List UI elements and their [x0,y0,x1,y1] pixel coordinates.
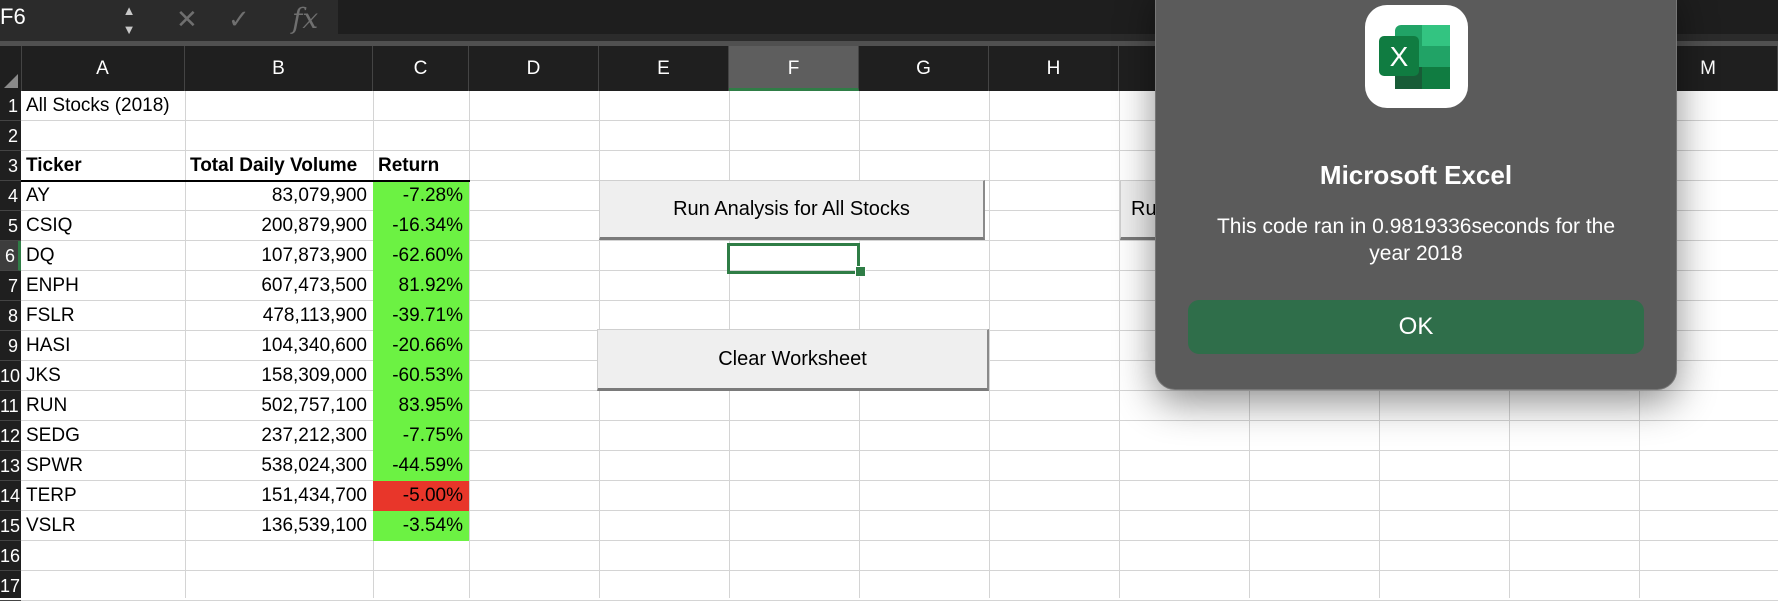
row-header-14[interactable]: 14 [0,481,21,511]
ticker-cell[interactable]: JKS [21,361,185,391]
volume-cell[interactable]: 136,539,100 [185,511,373,541]
ticker-cell[interactable]: FSLR [21,301,185,331]
volume-cell[interactable]: 607,473,500 [185,271,373,301]
grid-vline [989,91,990,598]
chevron-up-icon[interactable]: ▲ [120,3,138,18]
return-cell[interactable]: -7.75% [373,421,469,451]
ticker-cell[interactable]: RUN [21,391,185,421]
ticker-cell[interactable]: AY [21,181,185,211]
grid-hline [21,570,1778,571]
row-header-2[interactable]: 2 [0,121,21,151]
row-header-8[interactable]: 8 [0,301,21,331]
return-cell[interactable]: -3.54% [373,511,469,541]
return-cell[interactable]: 81.92% [373,271,469,301]
header-return[interactable]: Return [373,151,469,181]
header-ticker[interactable]: Ticker [21,151,185,181]
row-header-16[interactable]: 16 [0,541,21,571]
ticker-cell[interactable]: SPWR [21,451,185,481]
sheet-title-cell[interactable]: All Stocks (2018) [21,91,185,121]
chevron-down-icon[interactable]: ▼ [120,22,138,37]
volume-cell[interactable]: 478,113,900 [185,301,373,331]
return-cell[interactable]: -16.34% [373,211,469,241]
ticker-cell[interactable]: SEDG [21,421,185,451]
return-cell[interactable]: -44.59% [373,451,469,481]
active-cell-f6[interactable] [727,243,860,274]
checkmark-icon[interactable]: ✓ [228,0,250,38]
return-cell[interactable]: -39.71% [373,301,469,331]
run-analysis-button[interactable]: Run Analysis for All Stocks [599,180,985,240]
column-header-b[interactable]: B [185,46,373,91]
volume-cell[interactable]: 200,879,900 [185,211,373,241]
ticker-cell[interactable]: DQ [21,241,185,271]
row-header-10[interactable]: 10 [0,361,21,391]
row-header-13[interactable]: 13 [0,451,21,481]
row-header-6[interactable]: 6 [0,241,21,271]
dialog-title: Microsoft Excel [1319,160,1513,190]
row-header-15[interactable]: 15 [0,511,21,541]
excel-icon-letter: X [1390,41,1409,72]
column-header-e[interactable]: E [599,46,729,91]
cancel-icon[interactable]: ✕ [176,0,198,38]
return-cell[interactable]: -60.53% [373,361,469,391]
column-header-d[interactable]: D [469,46,599,91]
volume-cell[interactable]: 151,434,700 [185,481,373,511]
row-header-12[interactable]: 12 [0,421,21,451]
volume-cell[interactable]: 107,873,900 [185,241,373,271]
row-header-4[interactable]: 4 [0,181,21,211]
volume-cell[interactable]: 237,212,300 [185,421,373,451]
header-underline [21,180,470,182]
excel-app-icon: X [1365,5,1468,108]
row-headers: 1 2 3 4 5 6 7 8 9 10 11 12 13 14 15 16 17 [0,91,21,601]
row-header-9[interactable]: 9 [0,331,21,361]
fill-handle[interactable] [855,266,866,277]
grid-vline [469,91,470,598]
column-header-g[interactable]: G [859,46,989,91]
grid-vline [1119,91,1120,598]
name-box-stepper[interactable]: ▲ ▼ [120,0,138,38]
select-all-corner[interactable] [0,46,22,91]
header-volume[interactable]: Total Daily Volume [185,151,373,181]
row-header-1[interactable]: 1 [0,91,21,121]
row-header-7[interactable]: 7 [0,271,21,301]
ticker-cell[interactable]: ENPH [21,271,185,301]
ticker-cell[interactable]: TERP [21,481,185,511]
ticker-cell[interactable]: VSLR [21,511,185,541]
row-header-3[interactable]: 3 [0,151,21,181]
column-header-c[interactable]: C [373,46,469,91]
ok-button[interactable]: OK [1188,300,1644,354]
column-header-f[interactable]: F [729,46,859,91]
ticker-cell[interactable]: CSIQ [21,211,185,241]
row-header-17[interactable]: 17 [0,571,21,601]
volume-cell[interactable]: 83,079,900 [185,181,373,211]
column-header-a[interactable]: A [21,46,185,91]
ticker-cell[interactable]: HASI [21,331,185,361]
return-cell[interactable]: -62.60% [373,241,469,271]
clear-worksheet-button[interactable]: Clear Worksheet [597,329,989,391]
return-cell[interactable]: 83.95% [373,391,469,421]
row-header-5[interactable]: 5 [0,211,21,241]
function-icon[interactable]: fx [292,0,318,38]
return-cell[interactable]: -7.28% [373,181,469,211]
column-header-h[interactable]: H [989,46,1119,91]
dialog-message: This code ran in 0.9819336seconds for th… [1216,215,1616,265]
volume-cell[interactable]: 104,340,600 [185,331,373,361]
message-dialog: X Microsoft Excel This code ran in 0.981… [1155,0,1677,390]
volume-cell[interactable]: 502,757,100 [185,391,373,421]
return-cell[interactable]: -20.66% [373,331,469,361]
volume-cell[interactable]: 538,024,300 [185,451,373,481]
row-header-11[interactable]: 11 [0,391,21,421]
return-cell[interactable]: -5.00% [373,481,469,511]
volume-cell[interactable]: 158,309,000 [185,361,373,391]
name-box[interactable]: F6 [0,0,120,34]
